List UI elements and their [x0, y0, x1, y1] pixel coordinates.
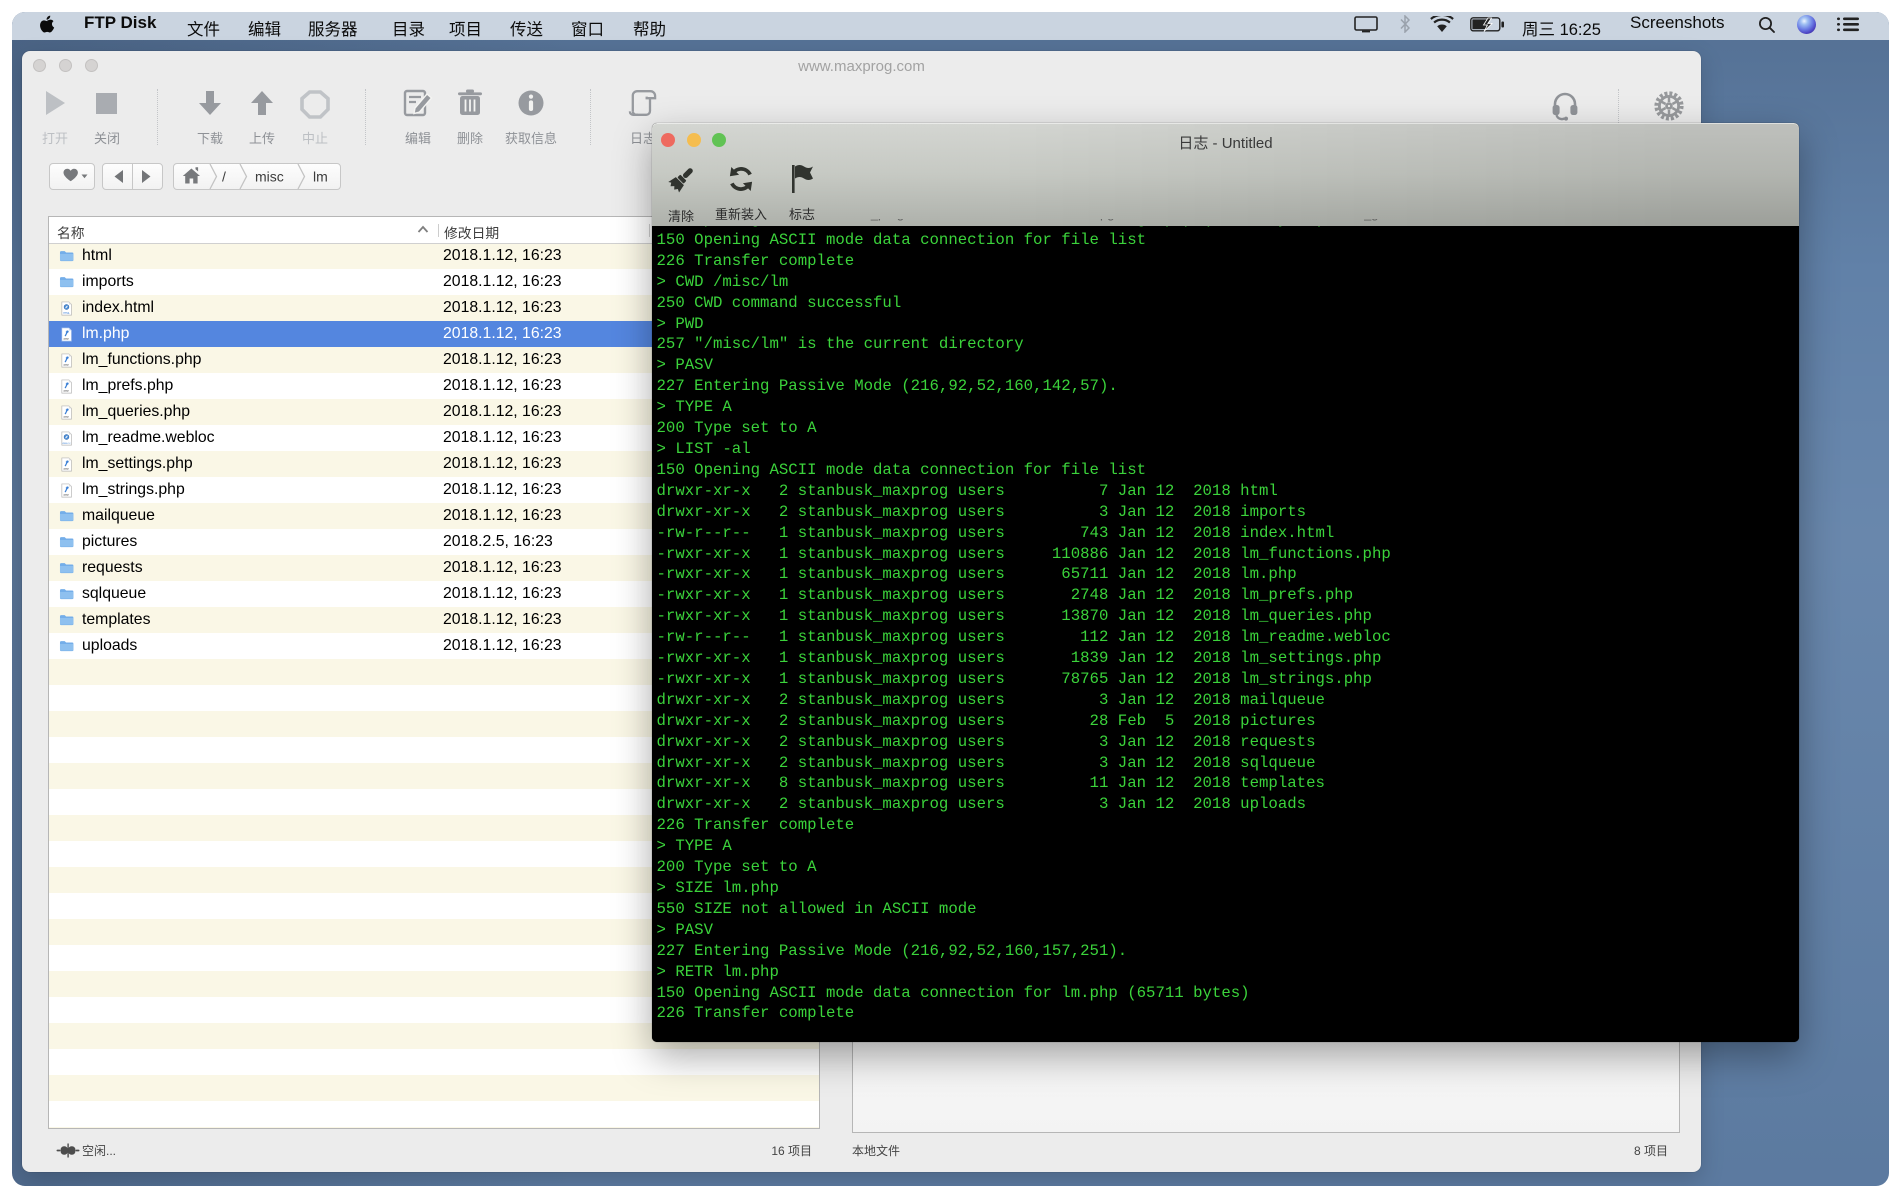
svg-text:PHP: PHP	[64, 363, 70, 367]
svg-text:PHP: PHP	[64, 389, 70, 393]
svg-text:PHP: PHP	[64, 467, 70, 471]
svg-text:/: /	[222, 169, 226, 185]
svg-text:PHP: PHP	[64, 337, 70, 341]
svg-text:HTML: HTML	[63, 312, 70, 315]
svg-text:misc: misc	[255, 169, 284, 185]
svg-text:lm: lm	[313, 169, 328, 185]
svg-text:PHP: PHP	[64, 415, 70, 419]
svg-text:PHP: PHP	[64, 493, 70, 497]
svg-text:WEBLOC: WEBLOC	[62, 443, 71, 445]
